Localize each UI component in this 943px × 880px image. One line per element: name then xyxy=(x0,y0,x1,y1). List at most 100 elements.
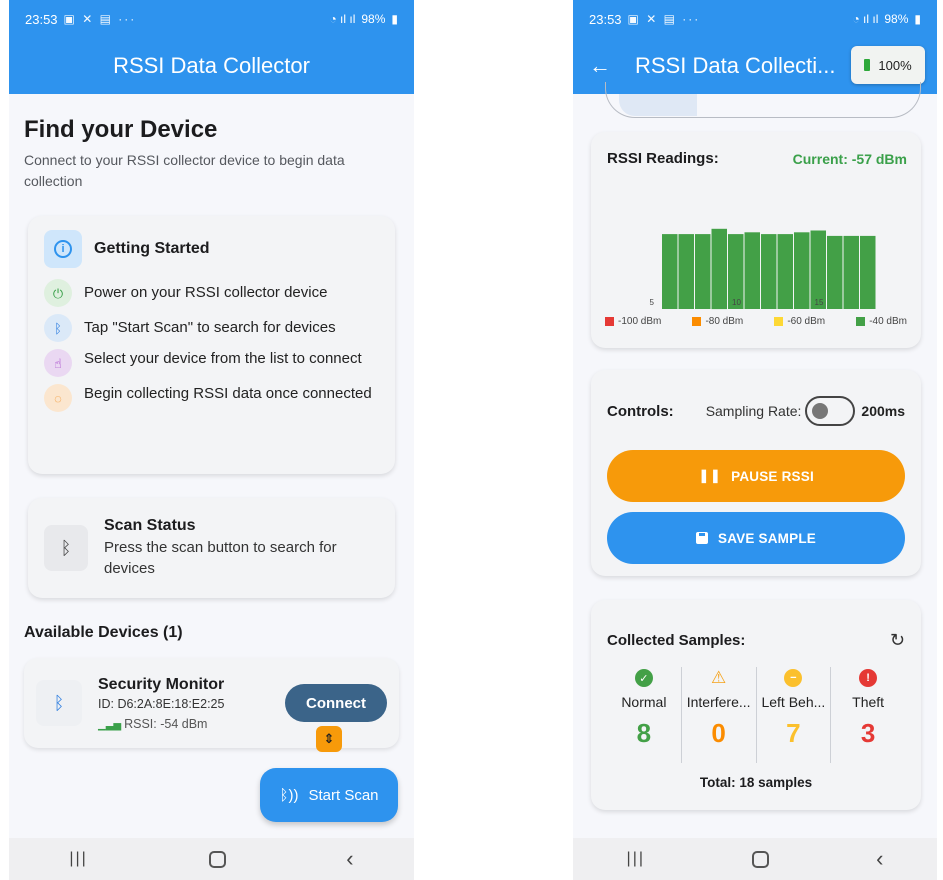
pause-rssi-button[interactable]: ❚❚ PAUSE RSSI xyxy=(607,450,905,502)
chart-bar xyxy=(843,235,859,309)
sample-category-normal: ✓ Normal 8 xyxy=(607,667,682,763)
legend-label: -80 dBm xyxy=(705,316,744,327)
battery-percent: 98% xyxy=(884,12,909,26)
info-icon: i xyxy=(44,230,82,268)
save-sample-button[interactable]: SAVE SAMPLE xyxy=(607,512,905,564)
rssi-bar-chart: 051015 xyxy=(650,228,876,310)
scan-status-card: ᛒ Scan Status Press the scan button to s… xyxy=(28,498,395,598)
collector-screen: 23:53 ▣ ✕ ▤ ··· ◔ ıl ıl 98% ▮ ← RSSI Dat… xyxy=(573,0,937,880)
controls-card: Controls: Sampling Rate: 200ms ❚❚ PAUSE … xyxy=(591,370,921,576)
device-name: Security Monitor xyxy=(98,675,225,693)
recent-apps-icon[interactable]: ||| xyxy=(69,850,87,868)
chart-bar xyxy=(744,232,760,309)
page-title: Find your Device xyxy=(24,116,218,143)
battery-icon xyxy=(864,59,871,71)
status-time: 23:53 xyxy=(589,11,622,27)
sampling-rate-toggle[interactable] xyxy=(805,396,856,426)
status-bar: 23:53 ▣ ✕ ▤ ··· ◔ ıl ıl 98% ▮ xyxy=(9,0,414,38)
app-bar: RSSI Data Collector xyxy=(9,38,414,94)
loading-icon: ◌ xyxy=(44,384,72,412)
pause-icon: ❚❚ xyxy=(698,468,722,483)
category-count: 8 xyxy=(636,718,652,748)
recent-apps-icon[interactable]: ||| xyxy=(627,850,645,868)
collected-samples-card: Collected Samples: ↻ ✓ Normal 8 ⚠ Interf… xyxy=(591,600,921,810)
getting-started-title: Getting Started xyxy=(94,240,210,257)
app-title: RSSI Data Collector xyxy=(113,53,310,78)
current-rssi: Current: -57 dBm xyxy=(792,150,907,167)
chart-bar xyxy=(860,235,876,309)
battery-icon: ▮ xyxy=(914,12,921,26)
notification-icons: ▣ ✕ ▤ ··· xyxy=(63,12,137,26)
step-text: Tap "Start Scan" to search for devices xyxy=(84,319,336,336)
collected-samples-title: Collected Samples: xyxy=(607,632,746,649)
legend-item: -60 dBm xyxy=(774,316,825,327)
category-count: 3 xyxy=(860,718,876,748)
back-nav-icon[interactable]: ‹ xyxy=(876,846,883,872)
app-title: RSSI Data Collecti... xyxy=(635,53,836,78)
category-name: Normal xyxy=(621,694,667,710)
scan-status-text: Press the scan button to search for devi… xyxy=(103,539,337,577)
status-time: 23:53 xyxy=(25,11,58,27)
sampling-rate-label: Sampling Rate: xyxy=(705,403,802,419)
getting-started-card: i Getting Started ⏻ Power on your RSSI c… xyxy=(28,216,395,474)
available-devices-label: Available Devices (1) xyxy=(24,624,183,641)
step-text: Begin collecting RSSI data once connecte… xyxy=(84,385,372,402)
chart-bar xyxy=(777,234,793,309)
system-nav-bar: ||| ‹ xyxy=(9,838,414,880)
rssi-readings-card: RSSI Readings: Current: -57 dBm 051015 -… xyxy=(591,132,921,348)
scan-screen: 23:53 ▣ ✕ ▤ ··· ◔ ıl ıl 98% ▮ RSSI Data … xyxy=(9,0,414,880)
signal-icon: ◔ ıl ıl xyxy=(852,12,879,26)
warning-triangle-icon: ⚠ xyxy=(711,668,727,687)
legend-item: -80 dBm xyxy=(692,316,743,327)
system-nav-bar: ||| ‹ xyxy=(573,838,937,880)
battery-percent: 98% xyxy=(361,12,386,26)
overlay-badge-icon[interactable]: ⇕ xyxy=(316,726,342,752)
connect-button[interactable]: Connect xyxy=(285,684,387,722)
category-name: Interfere... xyxy=(686,694,751,710)
bluetooth-scan-icon: ᛒ)) xyxy=(279,786,299,804)
save-sample-label: SAVE SAMPLE xyxy=(718,530,816,546)
chart-bar xyxy=(761,234,777,309)
scan-status-title: Scan Status xyxy=(103,517,196,534)
step-item: ◌ Begin collecting RSSI data once connec… xyxy=(44,384,379,412)
start-scan-button[interactable]: ᛒ)) Start Scan xyxy=(260,768,398,822)
step-item: ᛒ Tap "Start Scan" to search for devices xyxy=(44,314,379,342)
category-name: Left Beh... xyxy=(761,694,826,710)
status-bar: 23:53 ▣ ✕ ▤ ··· ◔ ıl ıl 98% ▮ xyxy=(573,0,937,38)
x-tick-label: 15 xyxy=(815,298,824,307)
save-icon xyxy=(696,532,709,544)
signal-bars-icon: ▁▃▅ xyxy=(98,719,122,731)
category-name: Theft xyxy=(852,694,885,710)
step-item: ☝ Select your device from the list to co… xyxy=(44,349,379,377)
category-count: 7 xyxy=(786,718,801,748)
legend-label: -40 dBm xyxy=(869,316,907,327)
x-tick-label: 5 xyxy=(650,298,655,307)
home-icon[interactable] xyxy=(752,850,770,868)
scrolled-gauge-remnant xyxy=(591,82,921,124)
bluetooth-icon: ᛒ xyxy=(44,525,88,571)
device-rssi: ▁▃▅ RSSI: -54 dBm xyxy=(98,717,224,731)
bluetooth-icon: ᛒ xyxy=(36,680,82,726)
chart-bar xyxy=(794,232,810,309)
check-circle-icon: ✓ xyxy=(634,669,653,687)
minus-circle-icon: − xyxy=(784,669,803,687)
page-subtitle: Connect to your RSSI collector device to… xyxy=(24,152,345,189)
legend-label: -100 dBm xyxy=(618,316,662,327)
refresh-icon[interactable]: ↻ xyxy=(890,630,905,651)
device-list-item[interactable]: ᛒ Security Monitor ID: D6:2A:8E:18:E2:25… xyxy=(24,658,399,748)
home-icon[interactable] xyxy=(208,850,226,868)
back-arrow-icon[interactable]: ← xyxy=(589,53,611,79)
back-nav-icon[interactable]: ‹ xyxy=(346,846,353,872)
device-battery-badge: 100% xyxy=(851,46,925,84)
legend-label: -60 dBm xyxy=(787,316,826,327)
step-text: Select your device from the list to conn… xyxy=(84,350,362,367)
chart-bar xyxy=(827,235,843,309)
chart-legend: -100 dBm -80 dBm -60 dBm -40 dBm xyxy=(605,316,907,327)
pause-rssi-label: PAUSE RSSI xyxy=(731,468,814,484)
x-tick-label: 10 xyxy=(732,298,741,307)
legend-item: -40 dBm xyxy=(856,316,907,327)
step-text: Power on your RSSI collector device xyxy=(84,284,328,301)
chart-bar xyxy=(695,234,711,309)
chart-bar xyxy=(662,234,678,309)
step-item: ⏻ Power on your RSSI collector device xyxy=(44,279,379,307)
